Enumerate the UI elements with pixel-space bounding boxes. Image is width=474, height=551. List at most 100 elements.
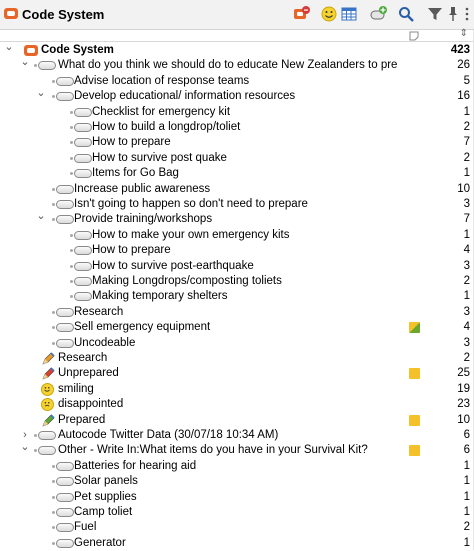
tree-row[interactable]: Increase public awareness 10 xyxy=(0,182,474,197)
tree-row-label[interactable]: Fuel xyxy=(74,520,96,535)
tree-row-label[interactable]: How to survive post-earthquake xyxy=(92,259,254,274)
tree-row-label[interactable]: How to prepare xyxy=(92,135,171,150)
tree-row[interactable]: How to survive post-earthquake 3 xyxy=(0,259,474,274)
tree-row[interactable]: Generator 1 xyxy=(0,536,474,551)
tree-row-label[interactable]: How to build a longdrop/toliet xyxy=(92,120,240,135)
tree-row[interactable]: Items for Go Bag 1 xyxy=(0,166,474,181)
tree-row[interactable]: How to make your own emergency kits 1 xyxy=(0,228,474,243)
pin-icon[interactable] xyxy=(444,5,462,23)
tree-row[interactable]: Isn't going to happen so don't need to p… xyxy=(0,197,474,212)
tree-row[interactable]: How to prepare 7 xyxy=(0,135,474,150)
memo-icon[interactable] xyxy=(409,414,420,426)
tree-row[interactable]: Unprepared 25 xyxy=(0,366,474,381)
table-grid-icon[interactable] xyxy=(340,5,358,23)
tree-row[interactable]: Advise location of response teams 5 xyxy=(0,74,474,89)
tree-row[interactable]: Batteries for hearing aid 1 xyxy=(0,459,474,474)
code-icon xyxy=(70,123,92,132)
tree-row-label[interactable]: Pet supplies xyxy=(74,490,137,505)
tree-row[interactable]: Research 2 xyxy=(0,351,474,366)
tree-row-count: 7 xyxy=(463,136,470,149)
add-code-icon[interactable] xyxy=(370,5,388,23)
tree-row-label[interactable]: smiling xyxy=(58,382,94,397)
tree-row-label[interactable]: Develop educational/ information resourc… xyxy=(74,89,295,104)
tree-row-count: 1 xyxy=(463,228,470,241)
tree-row-label[interactable]: Research xyxy=(58,351,107,366)
collapse-toggle-icon[interactable]: ⌄ xyxy=(20,57,30,68)
tree-row-count: 6 xyxy=(463,429,470,441)
collapse-toggle-icon[interactable]: ⌄ xyxy=(4,42,14,53)
tree-row-label[interactable]: Advise location of response teams xyxy=(74,74,249,89)
tree-row[interactable]: ⌄ Provide training/workshops 7 xyxy=(0,211,474,227)
tree-row-label[interactable]: Making temporary shelters xyxy=(92,289,228,304)
tree-row[interactable]: Sell emergency equipment 4 xyxy=(0,320,474,335)
tree-row-label[interactable]: Other - Write In:What items do you have … xyxy=(58,443,368,458)
video-code-icon[interactable] xyxy=(293,5,311,23)
tree-row[interactable]: Pet supplies 1 xyxy=(0,490,474,505)
memo-icon[interactable] xyxy=(409,322,420,334)
tree-row-label[interactable]: What do you think we should do to educat… xyxy=(58,58,397,73)
collapse-toggle-icon[interactable]: ⌄ xyxy=(36,88,46,99)
more-icon[interactable] xyxy=(462,5,472,23)
tree-row-label[interactable]: Code System xyxy=(41,43,114,58)
tree-row-label[interactable]: How to make your own emergency kits xyxy=(92,228,290,243)
tree-row-count: 25 xyxy=(457,367,470,380)
tree-row-label[interactable]: disappointed xyxy=(58,397,123,412)
memo-icon[interactable] xyxy=(409,445,420,457)
tree-row[interactable]: Solar panels 1 xyxy=(0,474,474,489)
tree-row-label[interactable]: Autocode Twitter Data (30/07/18 10:34 AM… xyxy=(58,428,278,443)
tree-row[interactable]: ⌄ What do you think we should do to educa… xyxy=(0,57,474,73)
search-icon[interactable] xyxy=(397,5,415,23)
tree-row-label[interactable]: Unprepared xyxy=(58,366,119,381)
pencil-code-icon xyxy=(41,414,55,428)
tree-row-label[interactable]: Sell emergency equipment xyxy=(74,320,210,335)
tree-row-label[interactable]: Provide training/workshops xyxy=(74,212,212,227)
tree-row-count: 423 xyxy=(450,44,470,56)
tree-row[interactable]: smiling 19 xyxy=(0,382,474,397)
tree-row[interactable]: How to prepare 4 xyxy=(0,243,474,258)
memo-column-icon[interactable] xyxy=(409,31,419,41)
tree-row-label[interactable]: Research xyxy=(74,305,123,320)
tree-row[interactable]: How to survive post quake 2 xyxy=(0,151,474,166)
tree-row-count: 2 xyxy=(463,121,470,133)
tree-row-label[interactable]: Isn't going to happen so don't need to p… xyxy=(74,197,308,212)
tree-row-count: 7 xyxy=(463,213,470,226)
tree-row[interactable]: ⌄ Other - Write In:What items do you have… xyxy=(0,442,474,458)
tree-row-count: 23 xyxy=(457,398,470,411)
tree-row[interactable]: Fuel 2 xyxy=(0,520,474,535)
tree-row[interactable]: Camp toliet 1 xyxy=(0,505,474,520)
tree-row-count: 1 xyxy=(463,459,470,472)
tree-row[interactable]: Uncodeable 3 xyxy=(0,336,474,351)
collapse-toggle-icon[interactable]: ⌄ xyxy=(36,211,46,222)
tree-row[interactable]: ⌄ Develop educational/ information resour… xyxy=(0,88,474,104)
tree-row-label[interactable]: How to survive post quake xyxy=(92,151,227,166)
tree-row-label[interactable]: Prepared xyxy=(58,413,105,428)
tree-row[interactable]: Research 3 xyxy=(0,305,474,320)
sort-indicator[interactable]: ⇕ xyxy=(460,28,468,39)
tree-row[interactable]: ⌄ Code System 423 xyxy=(0,42,474,58)
code-icon xyxy=(70,230,92,240)
tree-row-label[interactable]: Checklist for emergency kit xyxy=(92,105,230,120)
tree-row-label[interactable]: How to prepare xyxy=(92,243,171,258)
code-icon xyxy=(52,307,74,317)
collapse-toggle-icon[interactable]: ⌄ xyxy=(20,442,30,453)
tree-row-label[interactable]: Generator xyxy=(74,536,126,551)
expand-toggle-icon[interactable]: › xyxy=(20,430,30,441)
filter-icon[interactable] xyxy=(426,5,444,23)
tree-row[interactable]: Prepared 10 xyxy=(0,413,474,428)
tree-row[interactable]: Making temporary shelters 1 xyxy=(0,289,474,304)
tree-row[interactable]: disappointed 23 xyxy=(0,397,474,412)
tree-row-label[interactable]: Batteries for hearing aid xyxy=(74,459,196,474)
tree-row-count: 10 xyxy=(457,413,470,426)
tree-row[interactable]: Making Longdrops/composting toliets 2 xyxy=(0,274,474,289)
tree-row-label[interactable]: Solar panels xyxy=(74,474,138,489)
tree-row[interactable]: Checklist for emergency kit 1 xyxy=(0,105,474,120)
memo-icon[interactable] xyxy=(409,368,420,380)
tree-row-label[interactable]: Uncodeable xyxy=(74,336,135,351)
tree-row-label[interactable]: Increase public awareness xyxy=(74,182,210,197)
emoticon-icon[interactable] xyxy=(320,5,338,23)
tree-row-label[interactable]: Items for Go Bag xyxy=(92,166,179,181)
tree-row[interactable]: › Autocode Twitter Data (30/07/18 10:34 A… xyxy=(0,428,474,443)
tree-row-label[interactable]: Camp toliet xyxy=(74,505,132,520)
tree-row[interactable]: How to build a longdrop/toliet 2 xyxy=(0,120,474,135)
tree-row-label[interactable]: Making Longdrops/composting toliets xyxy=(92,274,282,289)
